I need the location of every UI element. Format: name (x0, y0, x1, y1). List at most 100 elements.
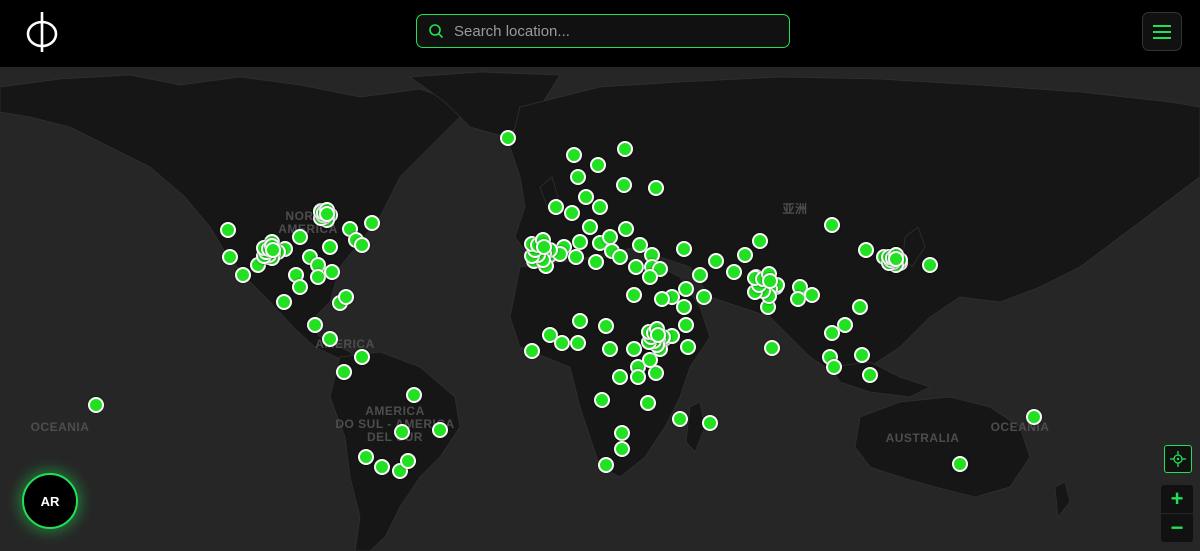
locate-button[interactable] (1164, 445, 1192, 473)
map-marker[interactable] (672, 411, 688, 427)
map-marker[interactable] (548, 199, 564, 215)
map-marker[interactable] (220, 222, 236, 238)
map-marker[interactable] (292, 229, 308, 245)
map-marker[interactable] (824, 325, 840, 341)
map-marker[interactable] (824, 217, 840, 233)
map-marker[interactable] (614, 425, 630, 441)
menu-button[interactable] (1142, 12, 1182, 51)
map-marker[interactable] (554, 335, 570, 351)
map-marker[interactable] (598, 457, 614, 473)
map-marker[interactable] (616, 177, 632, 193)
map-marker[interactable] (626, 287, 642, 303)
map-marker[interactable] (804, 287, 820, 303)
map-marker[interactable] (626, 341, 642, 357)
map-marker[interactable] (678, 317, 694, 333)
search-input[interactable] (452, 21, 756, 41)
map-marker[interactable] (572, 313, 588, 329)
map-marker[interactable] (324, 264, 340, 280)
map-marker[interactable] (524, 343, 540, 359)
crosshair-icon (1170, 451, 1186, 467)
map-marker[interactable] (628, 259, 644, 275)
map-marker[interactable] (364, 215, 380, 231)
map-marker[interactable] (654, 291, 670, 307)
search-icon (429, 24, 444, 39)
map-marker[interactable] (888, 250, 905, 267)
map-marker[interactable] (374, 459, 390, 475)
map-marker[interactable] (88, 397, 104, 413)
map-marker[interactable] (618, 221, 634, 237)
map-marker[interactable] (612, 369, 628, 385)
map-marker[interactable] (922, 257, 938, 273)
phi-logo-icon (26, 12, 58, 52)
map-marker[interactable] (570, 169, 586, 185)
marker-layer (0, 67, 1200, 551)
map-marker[interactable] (598, 318, 614, 334)
map-marker[interactable] (572, 234, 588, 250)
world-map[interactable]: NORTH AMERICA AMERICA AMERICA DO SUL - A… (0, 67, 1200, 551)
map-marker[interactable] (568, 249, 584, 265)
map-marker[interactable] (726, 264, 742, 280)
map-marker[interactable] (594, 392, 610, 408)
map-marker[interactable] (322, 239, 338, 255)
map-marker[interactable] (602, 341, 618, 357)
map-marker[interactable] (650, 326, 667, 343)
map-marker[interactable] (752, 233, 768, 249)
map-marker[interactable] (692, 267, 708, 283)
map-marker[interactable] (432, 422, 448, 438)
map-marker[interactable] (630, 369, 646, 385)
map-marker[interactable] (582, 219, 598, 235)
map-marker[interactable] (292, 279, 308, 295)
zoom-out-button[interactable]: − (1161, 514, 1193, 542)
map-marker[interactable] (614, 441, 630, 457)
map-marker[interactable] (536, 239, 553, 256)
map-marker[interactable] (588, 254, 604, 270)
map-marker[interactable] (708, 253, 724, 269)
hamburger-icon (1153, 24, 1171, 39)
map-marker[interactable] (1026, 409, 1042, 425)
map-marker[interactable] (566, 147, 582, 163)
map-marker[interactable] (235, 267, 251, 283)
map-marker[interactable] (338, 289, 354, 305)
map-marker[interactable] (676, 241, 692, 257)
map-marker[interactable] (570, 335, 586, 351)
map-marker[interactable] (358, 449, 374, 465)
map-marker[interactable] (500, 130, 516, 146)
logo[interactable] (24, 10, 60, 54)
top-bar (0, 0, 1200, 68)
map-marker[interactable] (854, 347, 870, 363)
map-marker[interactable] (617, 141, 633, 157)
zoom-in-button[interactable]: + (1161, 485, 1193, 513)
map-marker[interactable] (680, 339, 696, 355)
map-marker[interactable] (862, 367, 878, 383)
map-marker[interactable] (592, 199, 608, 215)
map-marker[interactable] (648, 180, 664, 196)
map-marker[interactable] (702, 415, 718, 431)
map-marker[interactable] (737, 247, 753, 263)
map-marker[interactable] (307, 317, 323, 333)
map-marker[interactable] (406, 387, 422, 403)
map-marker[interactable] (764, 340, 780, 356)
map-marker[interactable] (590, 157, 606, 173)
map-marker[interactable] (222, 249, 238, 265)
map-marker[interactable] (826, 359, 842, 375)
map-marker[interactable] (564, 205, 580, 221)
map-marker[interactable] (336, 364, 352, 380)
map-marker[interactable] (354, 349, 370, 365)
map-marker[interactable] (952, 456, 968, 472)
map-marker[interactable] (676, 299, 692, 315)
map-marker[interactable] (678, 281, 694, 297)
map-marker[interactable] (696, 289, 712, 305)
map-marker[interactable] (642, 269, 658, 285)
map-marker[interactable] (322, 331, 338, 347)
map-marker[interactable] (400, 453, 416, 469)
map-marker[interactable] (852, 299, 868, 315)
map-marker[interactable] (612, 249, 628, 265)
map-marker[interactable] (354, 237, 370, 253)
map-marker[interactable] (319, 205, 336, 222)
map-marker[interactable] (276, 294, 292, 310)
map-marker[interactable] (578, 189, 594, 205)
map-marker[interactable] (640, 395, 656, 411)
map-marker[interactable] (394, 424, 410, 440)
ar-button[interactable]: AR (22, 473, 78, 529)
map-marker[interactable] (858, 242, 874, 258)
